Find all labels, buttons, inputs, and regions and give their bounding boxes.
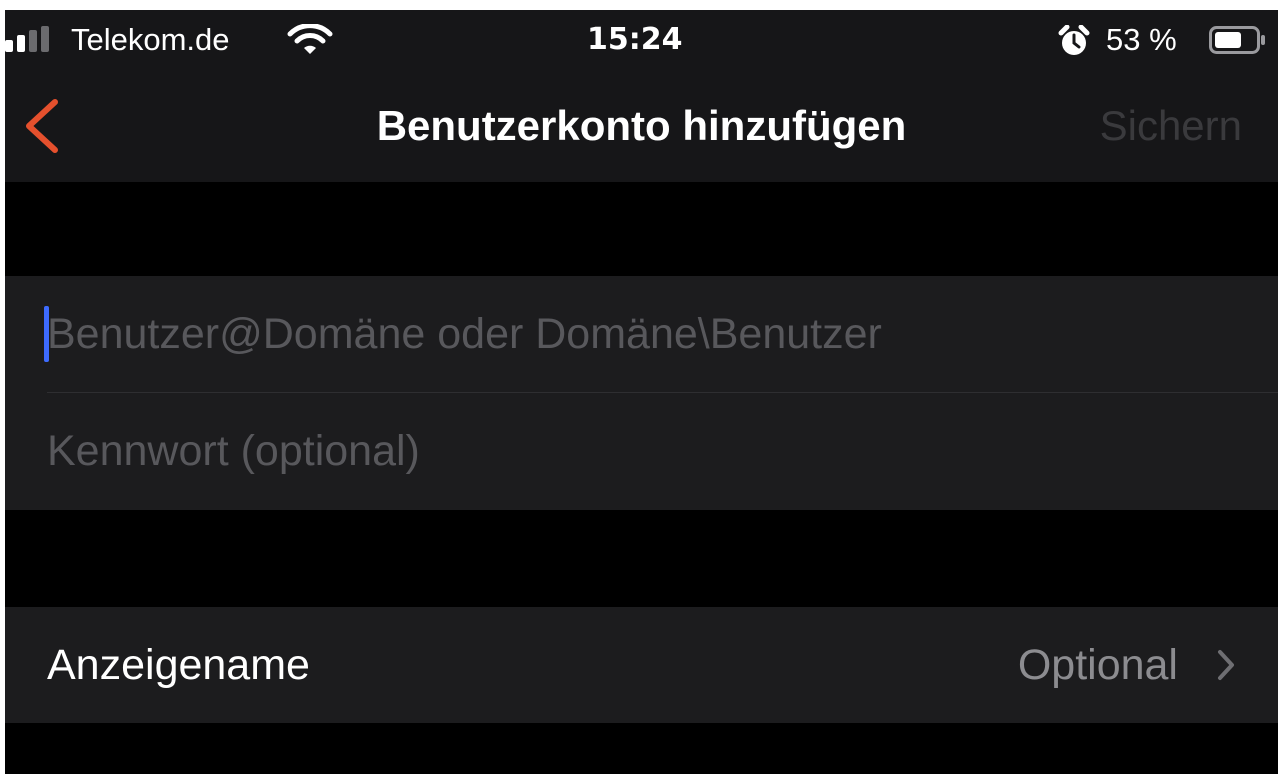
top-bar: Telekom.de 15:24 53 % Benutzerkonto hinz… — [5, 10, 1278, 182]
credentials-group — [5, 276, 1278, 510]
battery-icon — [1209, 26, 1265, 54]
save-button[interactable]: Sichern — [1100, 100, 1242, 152]
status-time: 15:24 — [587, 22, 683, 57]
carrier-name: Telekom.de — [71, 22, 230, 57]
alarm-icon — [1058, 25, 1090, 55]
navigation-bar: Benutzerkonto hinzufügen Sichern — [5, 70, 1278, 182]
wifi-icon — [287, 24, 333, 54]
battery-percent: 53 % — [1106, 22, 1177, 57]
user-row — [5, 276, 1278, 393]
password-row — [5, 393, 1278, 509]
status-bar: Telekom.de 15:24 53 % — [5, 10, 1278, 70]
page-title: Benutzerkonto hinzufügen — [376, 102, 907, 149]
password-input[interactable] — [47, 393, 1247, 509]
user-domain-input[interactable] — [47, 276, 1247, 392]
chevron-right-icon — [1218, 650, 1234, 680]
signal-icon — [5, 26, 49, 52]
phone-screen: Telekom.de 15:24 53 % Benutzerkonto hinz… — [5, 10, 1278, 774]
display-name-row[interactable]: Anzeigename Optional — [5, 607, 1278, 723]
display-name-value: Optional — [1017, 641, 1178, 689]
display-name-label: Anzeigename — [47, 641, 310, 689]
